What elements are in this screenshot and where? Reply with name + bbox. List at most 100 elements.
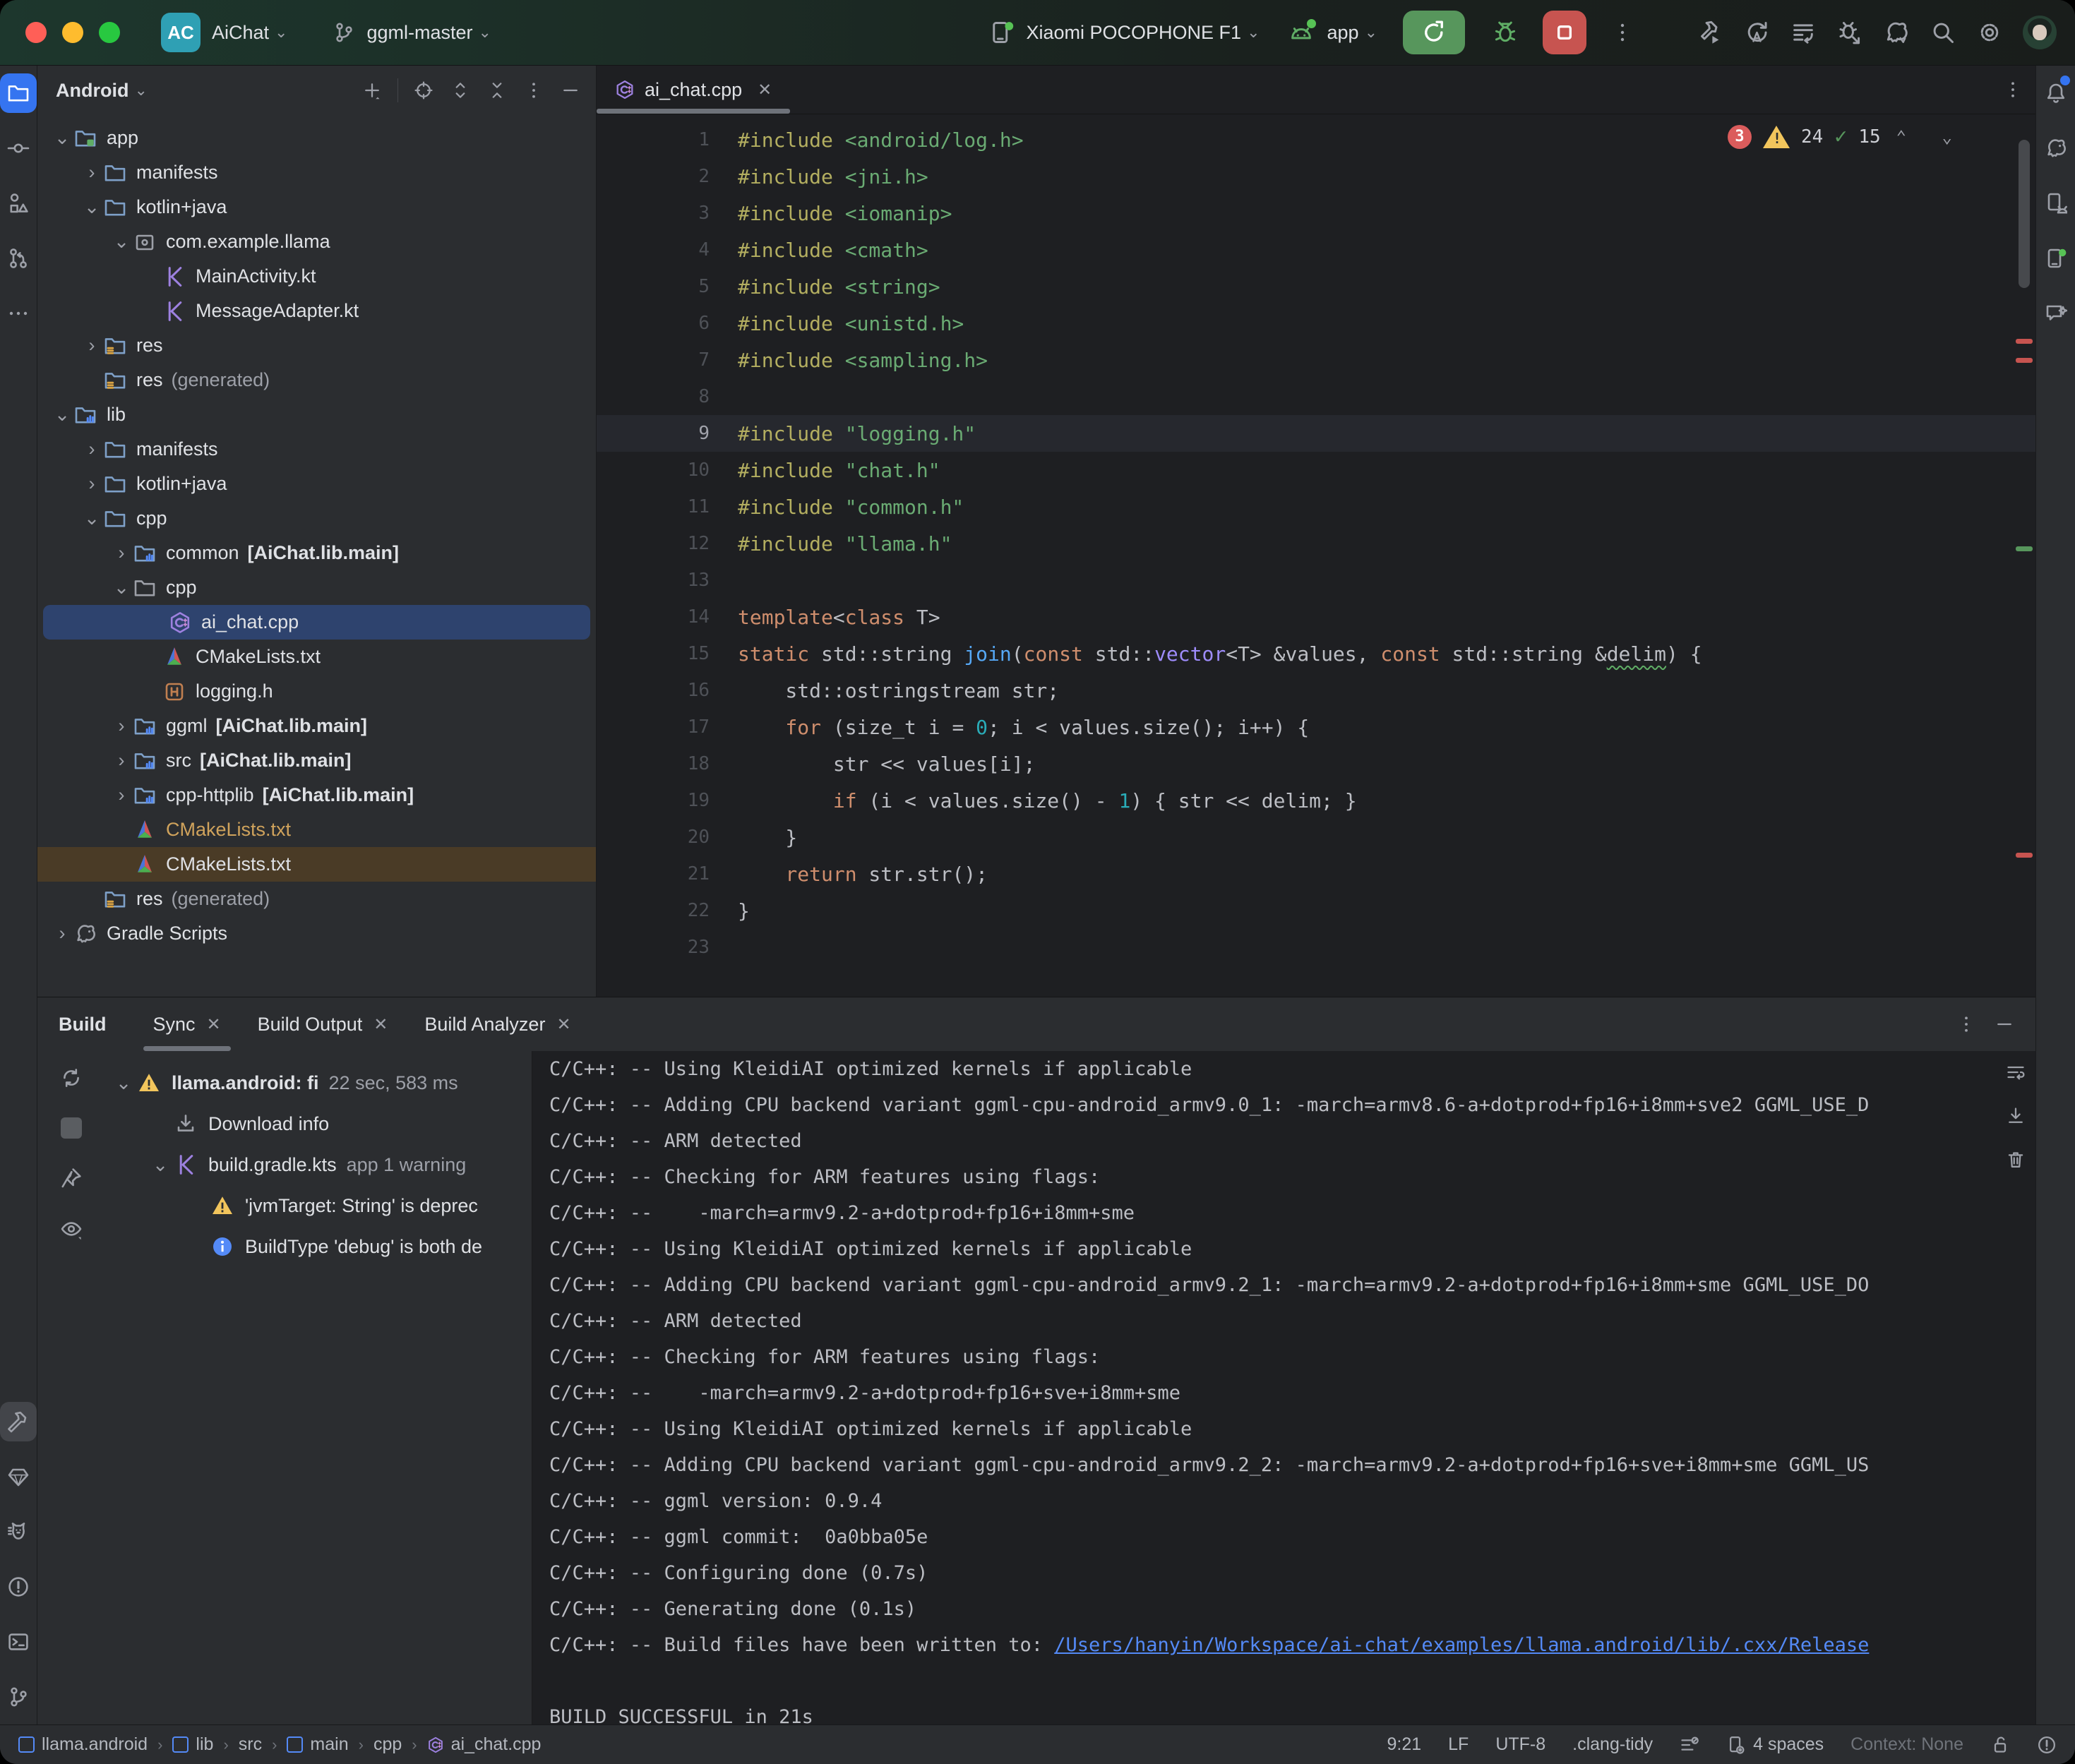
code-line-4[interactable]: 4#include <cmath> (597, 232, 2035, 268)
code-line-3[interactable]: 3#include <iomanip> (597, 195, 2035, 232)
code-line-7[interactable]: 7#include <sampling.h> (597, 342, 2035, 378)
tree-item-com-example-llama[interactable]: ⌄com.example.llama (37, 224, 596, 259)
tree-item-cmakelists-txt[interactable]: CMakeLists.txt (37, 812, 596, 847)
chevron-right-icon[interactable]: › (50, 923, 74, 944)
settings-button[interactable] (1977, 20, 2002, 45)
prev-next-problem-arrows[interactable]: ⌃ ⌄ (1896, 127, 1965, 147)
tree-item-cmakelists-txt[interactable]: CMakeLists.txt (37, 640, 596, 674)
tree-item-src[interactable]: ›src[AiChat.lib.main] (37, 743, 596, 778)
soft-wrap-icon[interactable] (2006, 1062, 2026, 1082)
tab-build-output[interactable]: Build Output ✕ (244, 997, 402, 1051)
tool-more[interactable] (0, 286, 37, 341)
tool-build[interactable] (0, 1394, 37, 1449)
close-tab-icon[interactable]: ✕ (758, 80, 772, 100)
tool-resource-manager[interactable] (0, 176, 37, 231)
editor-options-kebab-icon[interactable] (2003, 80, 2023, 100)
tab-build-analyzer[interactable]: Build Analyzer ✕ (410, 997, 585, 1051)
tool-terminal[interactable] (0, 1614, 37, 1669)
event-log[interactable] (2037, 1735, 2057, 1755)
tree-item-res[interactable]: ›res (37, 328, 596, 363)
code-line-8[interactable]: 8 (597, 378, 2035, 415)
breadcrumb-item-main[interactable]: main (287, 1734, 348, 1755)
code-line-13[interactable]: 13 (597, 562, 2035, 599)
tool-gemini[interactable] (2038, 286, 2074, 341)
debug-button[interactable] (1493, 20, 1518, 45)
chevron-right-icon[interactable]: › (80, 438, 104, 460)
code-line-21[interactable]: 21 return str.str(); (597, 856, 2035, 892)
chevron-right-icon[interactable]: › (109, 784, 133, 806)
user-avatar[interactable] (2023, 16, 2057, 49)
breadcrumb-item-ai-chat-cpp[interactable]: ai_chat.cpp (427, 1734, 542, 1755)
build-tree-item-3[interactable]: 'jvmTarget: String' is deprec (105, 1185, 532, 1226)
rerun-build-icon[interactable] (60, 1067, 83, 1089)
tree-item-cpp-httplib[interactable]: ›cpp-httplib[AiChat.lib.main] (37, 778, 596, 812)
code-line-9[interactable]: 9#include "logging.h" (597, 415, 2035, 452)
tree-item-kotlin-java[interactable]: ›kotlin+java (37, 467, 596, 501)
run-options-menu[interactable] (1611, 21, 1634, 44)
close-window-button[interactable] (25, 22, 47, 43)
tree-item-manifests[interactable]: ›manifests (37, 432, 596, 467)
build-tree-item-0[interactable]: ⌄llama.android: fi22 sec, 583 ms (105, 1062, 532, 1103)
lock-toggle[interactable] (1990, 1735, 2010, 1755)
build-tree-item-2[interactable]: ⌄build.gradle.ktsapp 1 warning (105, 1144, 532, 1185)
close-tab-icon[interactable]: ✕ (207, 1014, 221, 1035)
collapse-all-button[interactable] (482, 75, 513, 106)
stop-button[interactable] (1543, 11, 1586, 54)
breadcrumb-item-lib[interactable]: lib (172, 1734, 213, 1755)
chevron-down-icon[interactable]: ⌄ (50, 127, 74, 149)
panel-options-button[interactable] (518, 75, 549, 106)
tool-gradle[interactable] (2038, 121, 2074, 176)
line-ending[interactable]: LF (1448, 1734, 1469, 1755)
tree-item-logging-h[interactable]: logging.h (37, 674, 596, 709)
tree-item-common[interactable]: ›common[AiChat.lib.main] (37, 536, 596, 570)
chevron-down-icon[interactable]: ⌄ (146, 1154, 174, 1176)
tree-item-cpp[interactable]: ⌄cpp (37, 501, 596, 536)
chevron-down-icon[interactable]: ⌄ (109, 577, 133, 599)
vcs-stripe-mark[interactable] (2016, 546, 2033, 551)
vcs-branch-selector[interactable]: ggml-master ⌄ (333, 21, 491, 44)
project-selector[interactable]: AiChat ⌄ (201, 22, 287, 44)
editor-scrollbar-thumb[interactable] (2019, 140, 2030, 288)
code-line-10[interactable]: 10#include "chat.h" (597, 452, 2035, 488)
code-line-14[interactable]: 14template<class T> (597, 599, 2035, 635)
code-line-12[interactable]: 12#include "llama.h" (597, 525, 2035, 562)
gradle-sync-button[interactable] (1884, 20, 1909, 45)
hide-panel-button[interactable] (555, 75, 586, 106)
formatter-toggle[interactable] (1680, 1735, 1699, 1755)
tree-item-cpp[interactable]: ⌄cpp (37, 570, 596, 605)
code-line-19[interactable]: 19 if (i < values.size() - 1) { str << d… (597, 782, 2035, 819)
close-tab-icon[interactable]: ✕ (556, 1014, 570, 1035)
tree-item-kotlin-java[interactable]: ⌄kotlin+java (37, 190, 596, 224)
hide-panel-minus-icon[interactable] (1995, 1014, 2014, 1034)
code-line-17[interactable]: 17 for (size_t i = 0; i < values.size();… (597, 709, 2035, 745)
analyzer-status[interactable]: .clang-tidy (1572, 1734, 1653, 1755)
chevron-right-icon[interactable]: › (109, 715, 133, 737)
tree-item-messageadapter-kt[interactable]: MessageAdapter.kt (37, 294, 596, 328)
breadcrumb-item-llama-android[interactable]: llama.android (18, 1734, 148, 1755)
tree-item-ai-chat-cpp[interactable]: ai_chat.cpp (43, 605, 590, 640)
code-line-11[interactable]: 11#include "common.h" (597, 488, 2035, 525)
profiler-button[interactable] (1790, 20, 1816, 45)
code-line-18[interactable]: 18 str << values[i]; (597, 745, 2035, 782)
chevron-right-icon[interactable]: › (80, 335, 104, 356)
tree-item-lib[interactable]: ⌄lib (37, 397, 596, 432)
inspection-widget[interactable]: 3 24 ✓ 15 ⌃ ⌄ (1728, 124, 1965, 149)
tool-project[interactable] (0, 66, 37, 121)
panel-options-kebab-icon[interactable] (1956, 1014, 1976, 1034)
zoom-window-button[interactable] (99, 22, 120, 43)
build-console[interactable]: C/C++: -- Using KleidiAI optimized kerne… (532, 1051, 2035, 1724)
chevron-down-icon[interactable]: ⌄ (80, 508, 104, 529)
tree-item-res[interactable]: res(generated) (37, 882, 596, 916)
code-line-20[interactable]: 20 } (597, 819, 2035, 856)
tree-item-manifests[interactable]: ›manifests (37, 155, 596, 190)
tree-item-app[interactable]: ⌄app (37, 121, 596, 155)
tree-item-cmakelists-txt[interactable]: CMakeLists.txt (37, 847, 596, 882)
build-tree-item-1[interactable]: Download info (105, 1103, 532, 1144)
error-stripe-mark[interactable] (2016, 853, 2033, 858)
clear-console-icon[interactable] (2006, 1150, 2026, 1170)
build-tree-item-4[interactable]: BuildType 'debug' is both de (105, 1226, 532, 1267)
search-everywhere-button[interactable] (1930, 20, 1956, 45)
apply-changes-button[interactable] (1744, 20, 1769, 45)
stop-build-icon[interactable] (61, 1117, 82, 1139)
code-line-6[interactable]: 6#include <unistd.h> (597, 305, 2035, 342)
